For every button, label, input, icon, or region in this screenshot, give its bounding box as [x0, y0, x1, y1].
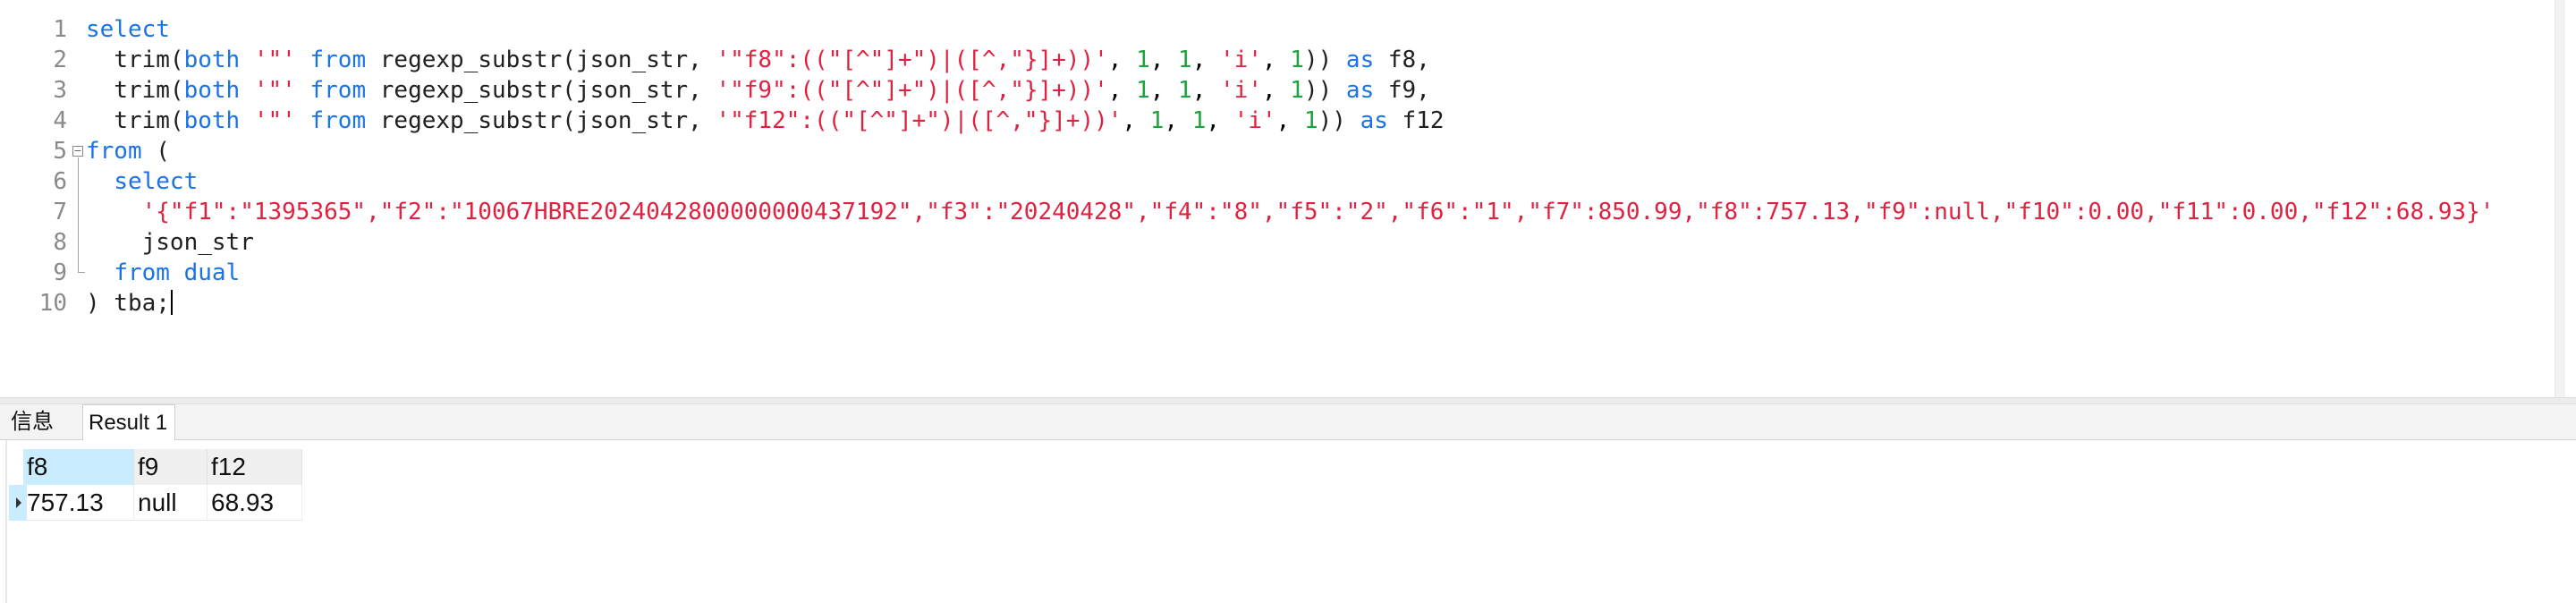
keyword-from: from — [309, 47, 367, 73]
function-trim: trim( — [114, 47, 184, 73]
function-regexp-substr: regexp_substr(json_str, — [379, 107, 716, 134]
number-literal: 1 — [1149, 107, 1165, 134]
open-paren: ( — [156, 138, 170, 165]
string-literal: 'i' — [1220, 77, 1262, 104]
regex-pattern: '"f12":(("[^"]+")|([^,"}]+))' — [716, 107, 1123, 134]
editor-vertical-scrollbar[interactable] — [2555, 0, 2565, 397]
code-line-8: 8 json_str — [0, 227, 2558, 258]
keyword-from: from — [114, 259, 170, 286]
function-regexp-substr: regexp_substr(json_str, — [379, 47, 716, 73]
close-parens: )) — [1303, 77, 1333, 104]
column-alias-json-str: json_str — [141, 229, 254, 256]
code-line-4: 4 trim(both '"' from regexp_substr(json_… — [0, 106, 2558, 136]
number-literal: 1 — [1136, 77, 1150, 104]
fold-guide — [78, 227, 79, 258]
function-trim: trim( — [114, 77, 184, 104]
string-literal: '"' — [253, 77, 296, 104]
code-line-6: 6 select — [0, 166, 2558, 197]
line-number: 8 — [53, 229, 67, 256]
number-literal: 1 — [1290, 47, 1304, 73]
fold-guide — [78, 166, 79, 197]
grid-left-edge — [5, 440, 7, 603]
column-header-f12[interactable]: f12 — [208, 449, 302, 485]
keyword-select: select — [86, 16, 170, 43]
code-line-1: 1 select — [0, 14, 2558, 45]
alias-f8: f8, — [1387, 47, 1430, 73]
number-literal: 1 — [1303, 107, 1318, 134]
keyword-from: from — [309, 77, 367, 104]
code-line-2: 2 trim(both '"' from regexp_substr(json_… — [0, 45, 2558, 75]
pane-splitter[interactable] — [0, 397, 2576, 404]
keyword-as: as — [1345, 47, 1375, 73]
row-selector[interactable] — [9, 485, 27, 521]
fold-guide-end — [78, 258, 85, 273]
sql-editor[interactable]: 1 select 2 trim(both '"' from regexp_sub… — [0, 0, 2565, 397]
column-header-f8[interactable]: f8 — [23, 449, 134, 485]
number-literal: 1 — [1290, 77, 1304, 104]
keyword-from: from — [86, 138, 142, 165]
line-number: 6 — [53, 168, 67, 195]
tab-info[interactable]: 信息 — [5, 404, 82, 440]
regex-pattern: '"f9":(("[^"]+")|([^,"}]+))' — [716, 77, 1108, 104]
result-tab-bar: 信息 Result 1 — [0, 404, 2576, 441]
code-line-5: 5 − from ( — [0, 136, 2558, 166]
line-number: 9 — [53, 259, 67, 286]
line-number: 7 — [53, 199, 67, 225]
regex-pattern: '"f8":(("[^"]+")|([^,"}]+))' — [716, 47, 1108, 73]
tab-result-1[interactable]: Result 1 — [82, 404, 175, 441]
fold-toggle[interactable]: − — [72, 136, 84, 166]
line-number: 2 — [53, 47, 67, 73]
alias-f9: f9, — [1387, 77, 1430, 104]
table-cell-f8[interactable]: 757.13 — [27, 485, 134, 521]
line-number: 10 — [38, 290, 67, 317]
close-parens: )) — [1303, 47, 1333, 73]
subquery-alias-tba: ) tba; — [86, 290, 170, 317]
code-line-9: 9 from dual — [0, 258, 2558, 288]
keyword-both: both — [183, 47, 241, 73]
keyword-dual: dual — [183, 259, 241, 286]
sql-query-window: 1 select 2 trim(both '"' from regexp_sub… — [0, 0, 2576, 603]
number-literal: 1 — [1136, 47, 1150, 73]
number-literal: 1 — [1191, 107, 1207, 134]
string-literal: 'i' — [1220, 47, 1262, 73]
table-cell-f9[interactable]: null — [134, 485, 208, 521]
function-regexp-substr: regexp_substr(json_str, — [379, 77, 716, 104]
line-number: 1 — [53, 16, 67, 43]
string-literal: 'i' — [1233, 107, 1276, 134]
number-literal: 1 — [1178, 77, 1192, 104]
collapse-icon[interactable]: − — [72, 146, 83, 157]
code-line-3: 3 trim(both '"' from regexp_substr(json_… — [0, 75, 2558, 106]
keyword-as: as — [1360, 107, 1388, 134]
column-header-f9[interactable]: f9 — [134, 449, 208, 485]
number-literal: 1 — [1178, 47, 1192, 73]
keyword-both: both — [183, 107, 241, 134]
code-line-7: 7 '{"f1":"1395365","f2":"10067HBRE202404… — [0, 197, 2558, 227]
text-caret — [170, 290, 173, 315]
close-parens: )) — [1318, 107, 1346, 134]
json-string-literal: '{"f1":"1395365","f2":"10067HBRE20240428… — [141, 199, 2495, 225]
code-line-10: 10 ) tba; — [0, 288, 2558, 318]
fold-guide — [78, 197, 79, 227]
current-row-icon — [16, 497, 21, 508]
line-number: 4 — [53, 107, 67, 134]
line-number: 3 — [53, 77, 67, 104]
table-cell-f12[interactable]: 68.93 — [208, 485, 302, 521]
function-trim: trim( — [114, 107, 184, 134]
line-number: 5 — [53, 138, 67, 165]
alias-f12: f12 — [1402, 107, 1445, 134]
string-literal: '"' — [253, 107, 296, 134]
keyword-both: both — [183, 77, 241, 104]
fold-guide — [78, 157, 79, 166]
result-grid: f8 f9 f12 757.13 null 68.93 — [0, 440, 2576, 603]
string-literal: '"' — [253, 47, 296, 73]
keyword-select: select — [114, 168, 199, 195]
keyword-from: from — [309, 107, 367, 134]
keyword-as: as — [1345, 77, 1375, 104]
